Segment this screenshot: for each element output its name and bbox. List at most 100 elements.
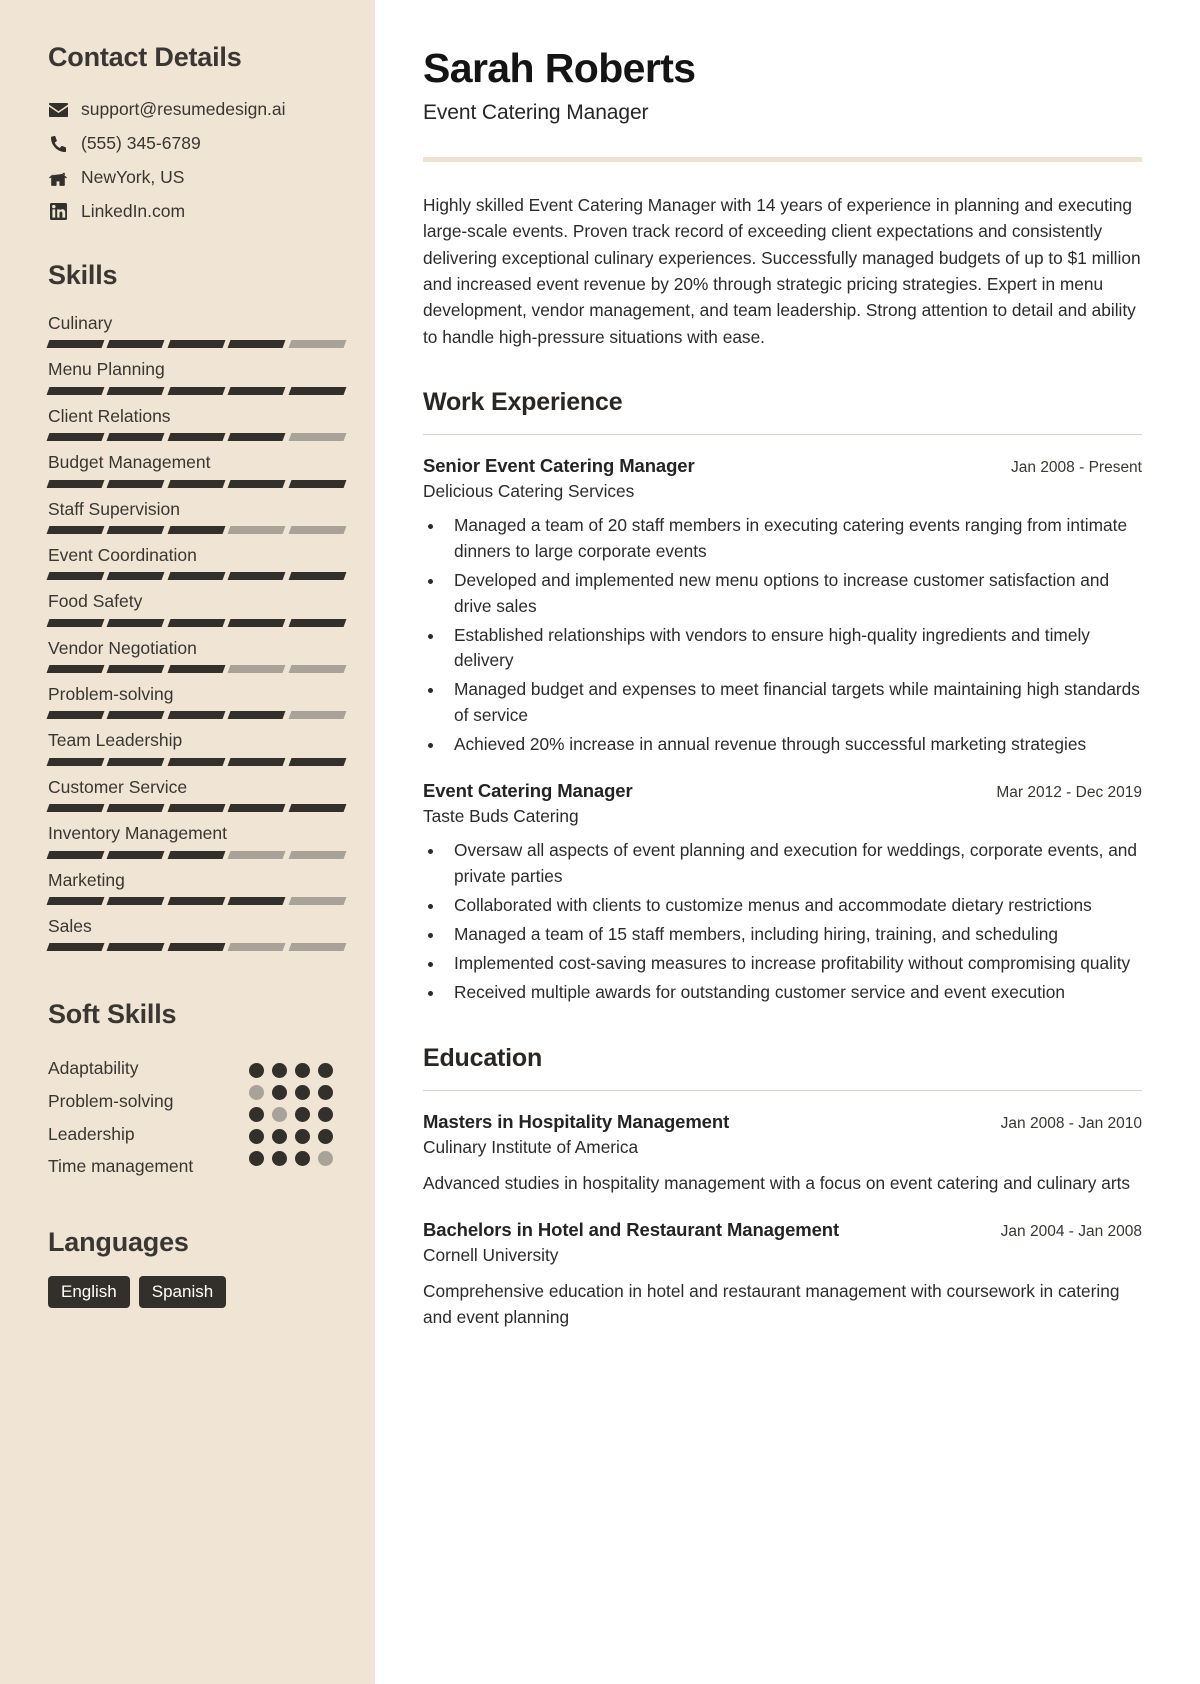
skill-level-segment [46,850,105,859]
skill-level-segment [288,757,347,766]
skill-level-segment [46,943,105,952]
skill-item: Team Leadership [46,728,347,766]
skill-name: Vendor Negotiation [48,637,197,658]
skill-level-segment [167,479,226,488]
soft-skill-dot [272,1085,287,1101]
skill-level-bar [46,618,347,627]
entry-company: Taste Buds Catering [423,806,579,827]
skill-level-bar [46,665,347,673]
skill-level-segment [46,804,105,813]
skill-level-bar [46,804,347,813]
entry-title: Bachelors in Hotel and Restaurant Manage… [423,1218,840,1240]
soft-skills-list: Adaptability Problem-solving Leadership Tim… [48,1052,345,1183]
soft-skill-dot [272,1107,287,1123]
soft-skills-heading: Soft Skills [48,999,177,1030]
skill-level-segment [227,572,287,581]
skill-level-segment [106,479,166,488]
entry-bullet: Established relationships with vendors t… [445,623,1142,675]
skill-name: Sales [48,915,92,936]
skill-level-bar [46,896,347,905]
skill-level-segment [227,711,287,720]
skill-level-segment [167,896,226,905]
soft-skill-dot [249,1107,264,1123]
contact-value: (555) 345-6789 [81,133,201,153]
skill-level-segment [106,572,166,581]
entry-title: Event Catering Manager [423,780,633,802]
skill-level-segment [46,386,105,395]
skill-level-segment [167,618,226,627]
soft-skill-dot [295,1063,310,1079]
work-experience-list: Senior Event Catering Manager Jan 2008 - … [423,455,1142,1006]
entry-bullet: Managed budget and expenses to meet fina… [445,677,1142,729]
soft-skill-dot [295,1151,310,1167]
soft-skill-label: Leadership [48,1123,135,1144]
skills-heading: Skills [48,260,118,290]
contact-list: support@resumedesign.ai (555) 345-6789 New… [48,99,345,222]
skill-level-segment [46,340,105,349]
entry-bullet-list: Managed a team of 20 staff members in ex… [445,513,1142,758]
soft-skill-dot [295,1107,310,1123]
skill-level-bar [46,943,347,952]
entry-date: Jan 2004 - Jan 2008 [1000,1222,1142,1240]
skill-item: Customer Service [46,775,347,813]
candidate-name: Sarah Roberts [423,45,696,91]
skill-level-segment [106,525,166,534]
soft-skill-dot [249,1129,264,1145]
education-list: Masters in Hospitality Management Jan 200… [423,1111,1142,1331]
entry-bullet-list: Oversaw all aspects of event planning an… [445,838,1142,1006]
linkedin-icon [48,203,68,220]
entry-header: Masters in Hospitality Management Jan 200… [423,1111,1142,1133]
skill-level-segment [46,433,105,442]
skill-level-segment [288,525,347,534]
soft-skill-labels: Adaptability Problem-solving Leadership Tim… [48,1052,249,1183]
soft-skill-dot [272,1063,287,1079]
skill-level-segment [288,711,347,720]
entry-header: Senior Event Catering Manager Jan 2008 - … [423,455,1142,477]
skill-level-segment [288,340,347,349]
soft-skill-dot [249,1063,264,1079]
skill-level-segment [106,386,166,395]
skill-level-segment [106,711,166,720]
skill-item: Budget Management [46,450,347,488]
entry-company: Delicious Catering Services [423,480,635,501]
skill-level-segment [106,943,166,952]
skill-name: Team Leadership [48,730,183,751]
languages-list: English Spanish [48,1276,345,1309]
skill-name: Marketing [48,869,125,890]
soft-skill-dot [295,1085,310,1101]
contact-row[interactable]: support@resumedesign.ai [48,99,345,120]
work-experience-divider [423,433,1142,435]
skill-item: Sales [46,914,347,952]
contact-row[interactable]: (555) 345-6789 [48,133,345,154]
skill-level-segment [106,804,166,813]
skill-item: Culinary [46,311,347,349]
skill-level-bar [46,757,347,766]
soft-skill-dot [318,1063,333,1079]
resume-entry: Event Catering Manager Mar 2012 - Dec 201… [423,780,1142,1006]
skill-level-segment [288,850,347,859]
entry-school: Cornell University [423,1244,559,1265]
skill-level-segment [167,340,226,349]
skill-level-segment [167,572,226,581]
skill-level-bar [46,386,347,395]
entry-description: Advanced studies in hospitality manageme… [423,1172,1131,1193]
skill-name: Staff Supervision [48,498,180,519]
contact-value: LinkedIn.com [81,201,186,221]
language-badge: Spanish [138,1276,227,1309]
skill-item: Vendor Negotiation [46,636,347,673]
entry-bullet: Received multiple awards for outstanding… [445,980,1142,1006]
entry-school: Culinary Institute of America [423,1136,639,1157]
envelope-icon [48,101,68,118]
skill-name: Menu Planning [48,359,165,380]
entry-header: Event Catering Manager Mar 2012 - Dec 201… [423,780,1142,802]
resume-entry: Bachelors in Hotel and Restaurant Manage… [423,1219,1142,1331]
contact-row[interactable]: NewYork, US [48,167,345,188]
contact-row[interactable]: LinkedIn.com [48,201,345,222]
skill-level-segment [167,850,226,859]
soft-skill-dot [318,1085,333,1101]
skill-level-segment [288,386,347,395]
skill-level-segment [106,850,166,859]
skill-level-segment [227,757,287,766]
skill-name: Inventory Management [48,823,227,844]
skill-level-segment [288,943,347,952]
